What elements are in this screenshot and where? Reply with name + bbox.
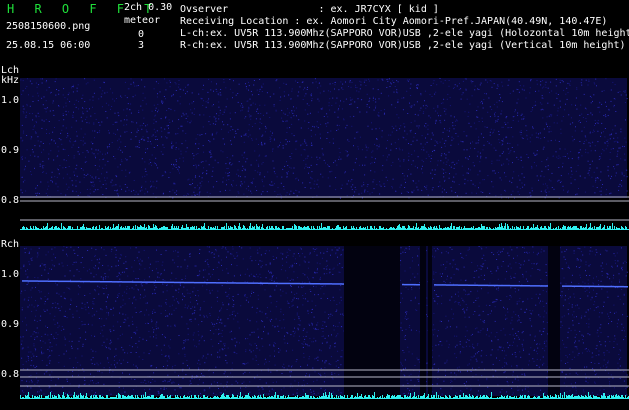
channel-mode: 2ch 0.30 [124,2,173,13]
level-trace [20,223,629,230]
meteor-count-label: meteor [124,15,161,26]
rch-spectrogram [20,246,629,399]
location-info: Receiving Location : ex. Aomori City Aom… [180,16,608,27]
image-filename: 2508150600.png [6,21,91,32]
lch-meteor-count: 0 [138,29,145,40]
rch-ytick-1: 1.0 [1,269,20,280]
lch-ytick-3: 0.8 [1,195,20,206]
rch-ytick-3: 0.8 [1,369,20,380]
rch-meteor-count: 3 [138,40,145,51]
signal-gap-2 [428,246,432,396]
signal-gap-3 [548,246,560,396]
lch-spectrogram [20,78,629,230]
noise-field [20,78,627,198]
noise-field [20,246,627,396]
rch-ytick-2: 0.9 [1,319,20,330]
lch-ytick-1: 1.0 [1,95,20,106]
lch-receiver-info: L-ch:ex. UV5R 113.900Mhz(SAPPORO VOR)USB… [180,28,629,39]
capture-datetime: 25.08.15 06:00 [6,40,91,51]
signal-gap-1 [420,246,426,396]
observer-info: Ovserver : ex. JR7CYX [ kid ] [180,4,439,15]
lch-ytick-2: 0.9 [1,145,20,156]
rch-receiver-info: R-ch:ex. UV5R 113.900Mhz(SAPPORO VOR)USB… [180,40,626,51]
signal-gap-0 [344,246,400,396]
